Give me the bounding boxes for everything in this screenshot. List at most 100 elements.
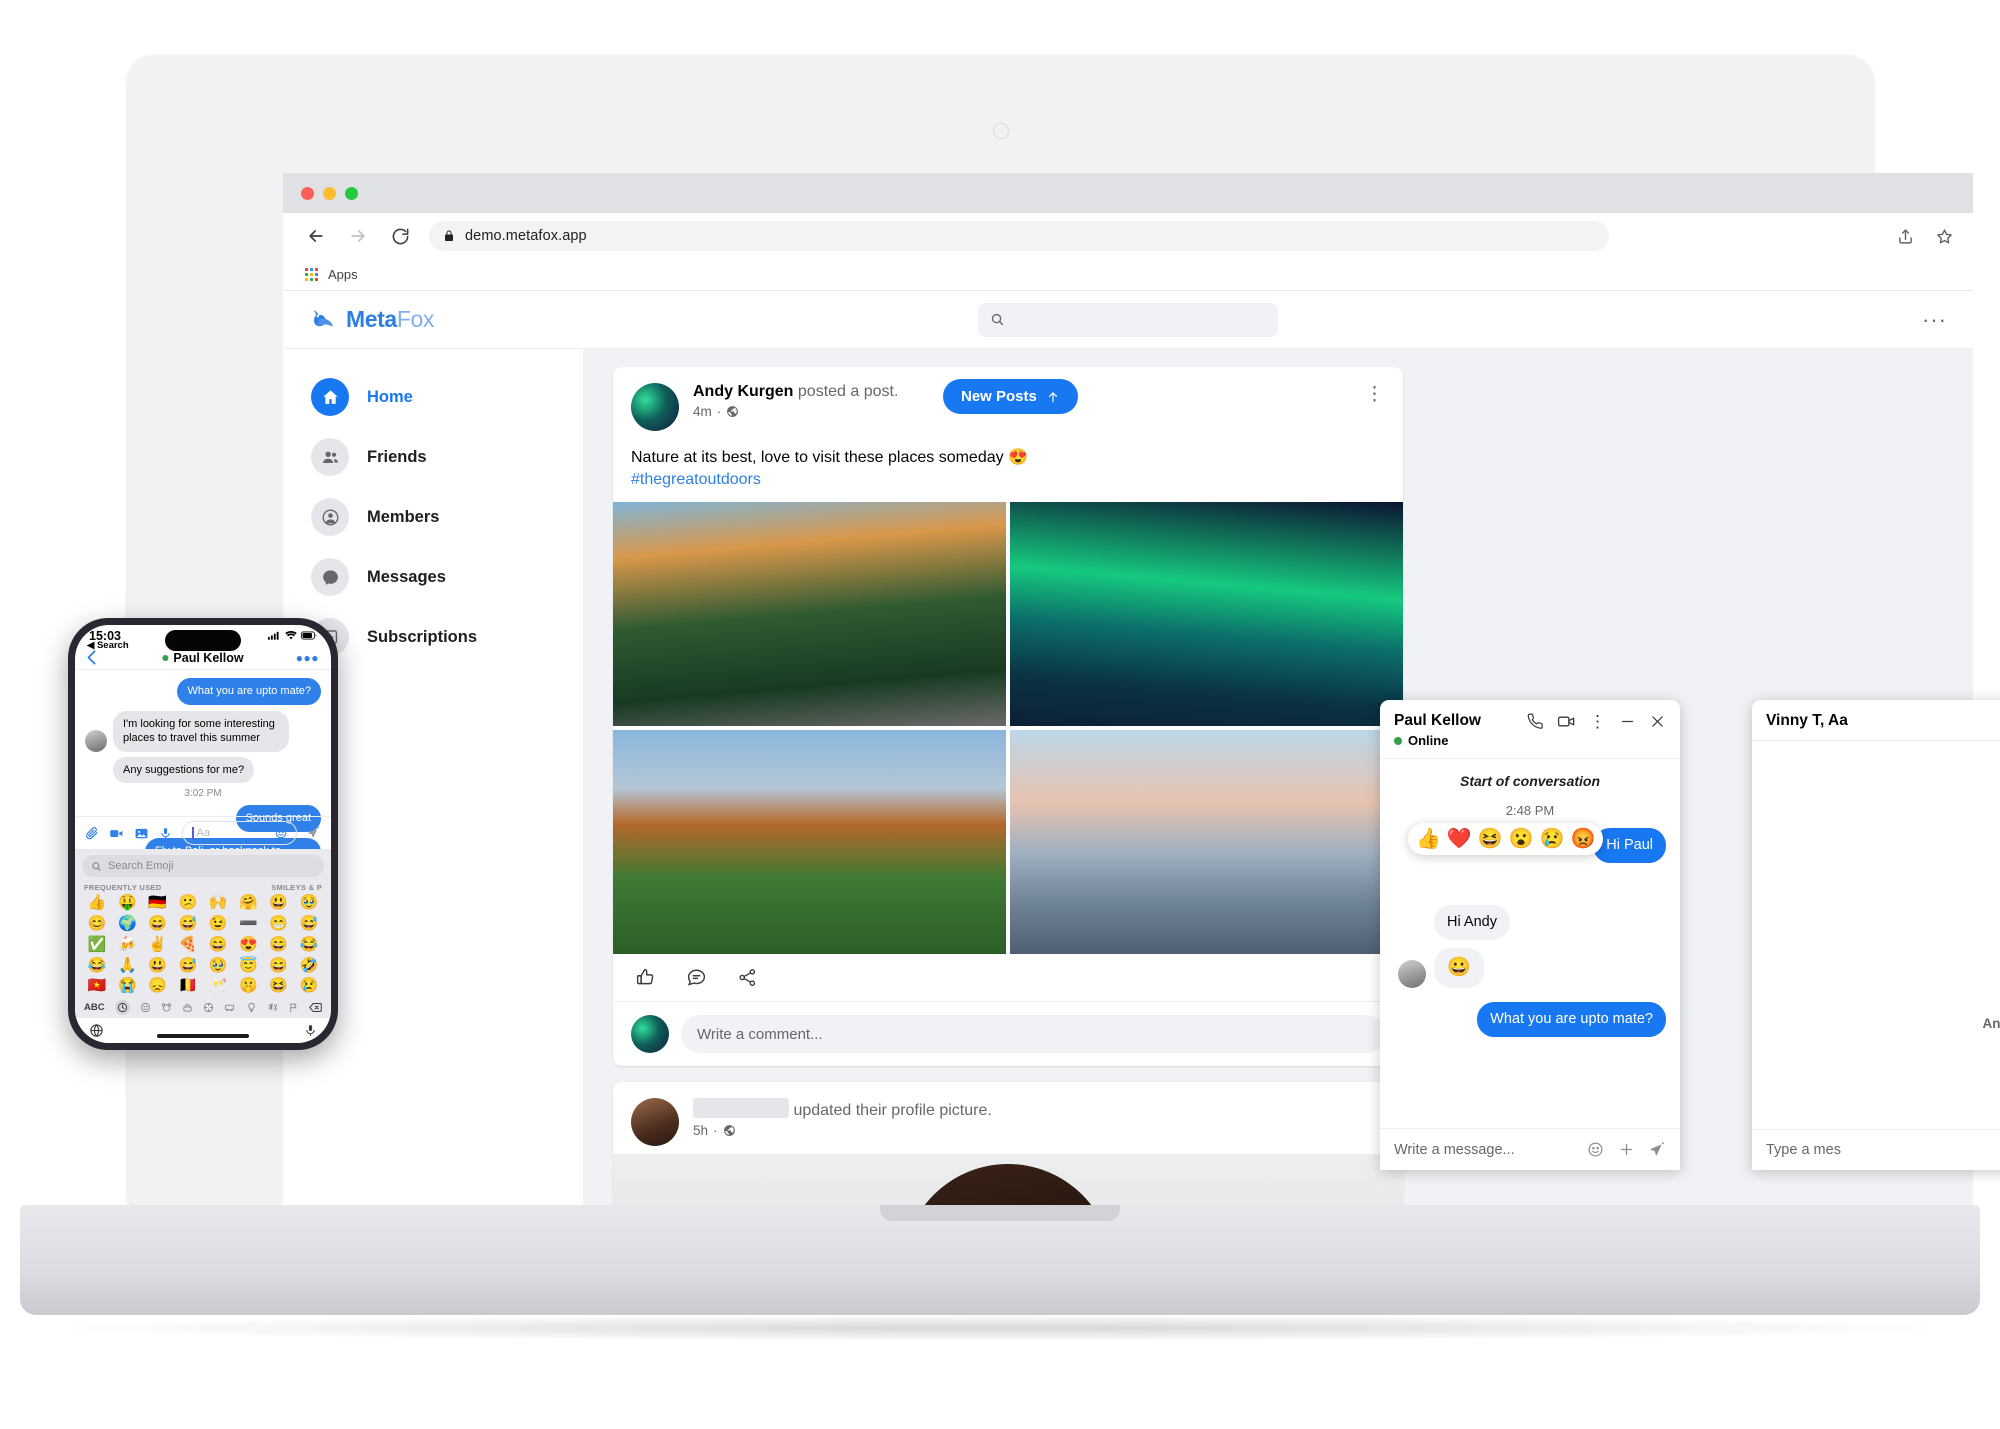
comment-input[interactable]: Write a comment... bbox=[681, 1015, 1385, 1054]
sidebar-item-messages[interactable]: Messages bbox=[283, 547, 583, 607]
emoji-key[interactable]: ✅ bbox=[82, 936, 112, 955]
maximize-window-button[interactable] bbox=[345, 186, 358, 200]
bookmark-apps-label[interactable]: Apps bbox=[328, 267, 358, 282]
emoji-key[interactable]: 😅 bbox=[173, 915, 203, 934]
reaction-wow-icon[interactable]: 😮 bbox=[1509, 829, 1534, 849]
emoji-search-input[interactable]: Search Emoji bbox=[82, 855, 324, 878]
food-icon[interactable] bbox=[182, 1002, 193, 1013]
post-hashtag[interactable]: #thegreatoutdoors bbox=[631, 469, 1385, 491]
more-icon[interactable]: ⋮ bbox=[1589, 713, 1606, 730]
emoji-key[interactable]: 😃 bbox=[143, 957, 173, 976]
post-more-icon[interactable]: ⋮ bbox=[1365, 383, 1385, 406]
emoji-key[interactable]: 😂 bbox=[294, 936, 324, 955]
emoji-key[interactable]: 😕 bbox=[173, 894, 203, 913]
emoji-key[interactable]: 😅 bbox=[294, 915, 324, 934]
reaction-angry-icon[interactable]: 😡 bbox=[1571, 829, 1596, 849]
avatar[interactable] bbox=[631, 383, 679, 431]
send-icon[interactable] bbox=[1649, 1141, 1666, 1158]
emoji-key[interactable]: 😄 bbox=[264, 936, 294, 955]
post-photo[interactable] bbox=[1010, 730, 1403, 955]
send-icon[interactable] bbox=[307, 826, 321, 840]
sidebar-item-members[interactable]: Members bbox=[283, 487, 583, 547]
emoji-grid[interactable]: 👍 🤑 🇩🇪 😕 🙌 🤗 😃 🥹 😊 🌍 😄 😅 😉 ➖ 😁 😅 ✅ 🍻 ✌️ 🍕 😄 😍 😄 😂 😂 🙏 😃 😅 🥹 😇 😄 🤣 🇻🇳 😭 😞 🇧🇪… bbox=[82, 894, 324, 996]
smiley-icon[interactable] bbox=[140, 1002, 151, 1013]
share-icon[interactable] bbox=[1897, 228, 1914, 245]
emoji-icon[interactable] bbox=[1587, 1141, 1604, 1158]
chat-message-input[interactable]: Type a mes bbox=[1766, 1142, 1841, 1158]
reload-icon[interactable] bbox=[387, 223, 413, 249]
emoji-key[interactable]: 🍻 bbox=[112, 936, 142, 955]
emoji-key[interactable]: ✌️ bbox=[143, 936, 173, 955]
emoji-key[interactable]: 😢 bbox=[294, 977, 324, 996]
reaction-like-icon[interactable]: 👍 bbox=[1416, 829, 1441, 849]
comment-icon[interactable] bbox=[686, 967, 707, 988]
emoji-key[interactable]: 🥹 bbox=[203, 957, 233, 976]
globe-icon[interactable] bbox=[89, 1023, 104, 1038]
close-window-button[interactable] bbox=[301, 186, 314, 200]
emoji-key[interactable]: 🌍 bbox=[112, 915, 142, 934]
emoji-key[interactable]: 😉 bbox=[203, 915, 233, 934]
post-photo[interactable] bbox=[613, 730, 1006, 955]
back-arrow-icon[interactable] bbox=[303, 223, 329, 249]
avatar[interactable] bbox=[631, 1098, 679, 1147]
flags-icon[interactable] bbox=[288, 1002, 299, 1013]
sidebar-item-friends[interactable]: Friends bbox=[283, 427, 583, 487]
sidebar-item-home[interactable]: Home bbox=[283, 367, 583, 427]
activity-icon[interactable] bbox=[203, 1002, 214, 1013]
microphone-icon[interactable] bbox=[304, 1023, 317, 1038]
animals-icon[interactable] bbox=[161, 1002, 172, 1013]
symbols-icon[interactable] bbox=[267, 1002, 278, 1013]
minimize-window-button[interactable] bbox=[323, 186, 336, 200]
clock-icon[interactable] bbox=[114, 1000, 130, 1016]
microphone-icon[interactable] bbox=[159, 826, 172, 841]
emoji-key[interactable]: 🥹 bbox=[294, 894, 324, 913]
emoji-key[interactable]: 🇧🇪 bbox=[173, 977, 203, 996]
emoji-key[interactable]: 😆 bbox=[264, 977, 294, 996]
more-icon[interactable]: ●●● bbox=[296, 651, 319, 665]
emoji-key[interactable]: 😊 bbox=[82, 915, 112, 934]
emoji-key[interactable]: 🇻🇳 bbox=[82, 977, 112, 996]
attachment-icon[interactable] bbox=[85, 826, 99, 840]
abc-key[interactable]: ABC bbox=[84, 1002, 105, 1013]
photo-icon[interactable] bbox=[134, 826, 149, 841]
emoji-key[interactable]: 😞 bbox=[143, 977, 173, 996]
new-posts-button[interactable]: New Posts bbox=[943, 379, 1078, 414]
address-bar[interactable]: demo.metafox.app bbox=[429, 221, 1609, 251]
brand-logo[interactable]: MetaFox bbox=[283, 306, 583, 333]
travel-icon[interactable] bbox=[224, 1002, 235, 1013]
emoji-key[interactable]: 🙏 bbox=[112, 957, 142, 976]
video-icon[interactable] bbox=[109, 826, 124, 841]
emoji-key[interactable]: 👍 bbox=[82, 894, 112, 913]
emoji-key[interactable]: 🍕 bbox=[173, 936, 203, 955]
emoji-key[interactable]: 🇩🇪 bbox=[143, 894, 173, 913]
avatar[interactable] bbox=[1398, 960, 1426, 989]
star-icon[interactable] bbox=[1936, 228, 1953, 245]
phone-icon[interactable] bbox=[1527, 713, 1544, 730]
emoji-key[interactable]: 😂 bbox=[82, 957, 112, 976]
emoji-key[interactable]: 😍 bbox=[233, 936, 263, 955]
emoji-key[interactable]: 🤣 bbox=[294, 957, 324, 976]
phone-contact-name[interactable]: Paul Kellow bbox=[162, 651, 244, 665]
plus-icon[interactable] bbox=[1618, 1141, 1635, 1158]
post-author[interactable]: Andy Kurgen bbox=[693, 383, 793, 400]
emoji-key[interactable]: 😄 bbox=[203, 936, 233, 955]
video-icon[interactable] bbox=[1557, 712, 1576, 731]
post-photo[interactable] bbox=[1010, 502, 1403, 727]
close-icon[interactable] bbox=[1649, 713, 1666, 730]
reaction-picker[interactable]: 👍 ❤️ 😆 😮 😢 😡 bbox=[1408, 823, 1604, 855]
chat-message-input[interactable]: Write a message... bbox=[1394, 1142, 1515, 1158]
emoji-icon[interactable] bbox=[275, 827, 287, 839]
search-input[interactable] bbox=[978, 302, 1278, 337]
objects-icon[interactable] bbox=[246, 1002, 257, 1013]
post-photo[interactable] bbox=[613, 502, 1006, 727]
reaction-sad-icon[interactable]: 😢 bbox=[1540, 829, 1565, 849]
reaction-love-icon[interactable]: ❤️ bbox=[1447, 829, 1472, 849]
emoji-key[interactable]: 😃 bbox=[264, 894, 294, 913]
share-icon[interactable] bbox=[737, 967, 758, 988]
emoji-key[interactable]: 🤗 bbox=[233, 894, 263, 913]
emoji-key[interactable]: 😭 bbox=[112, 977, 142, 996]
emoji-key[interactable]: 😁 bbox=[264, 915, 294, 934]
reaction-haha-icon[interactable]: 😆 bbox=[1478, 829, 1503, 849]
emoji-key[interactable]: 😅 bbox=[173, 957, 203, 976]
emoji-key[interactable]: ➖ bbox=[233, 915, 263, 934]
